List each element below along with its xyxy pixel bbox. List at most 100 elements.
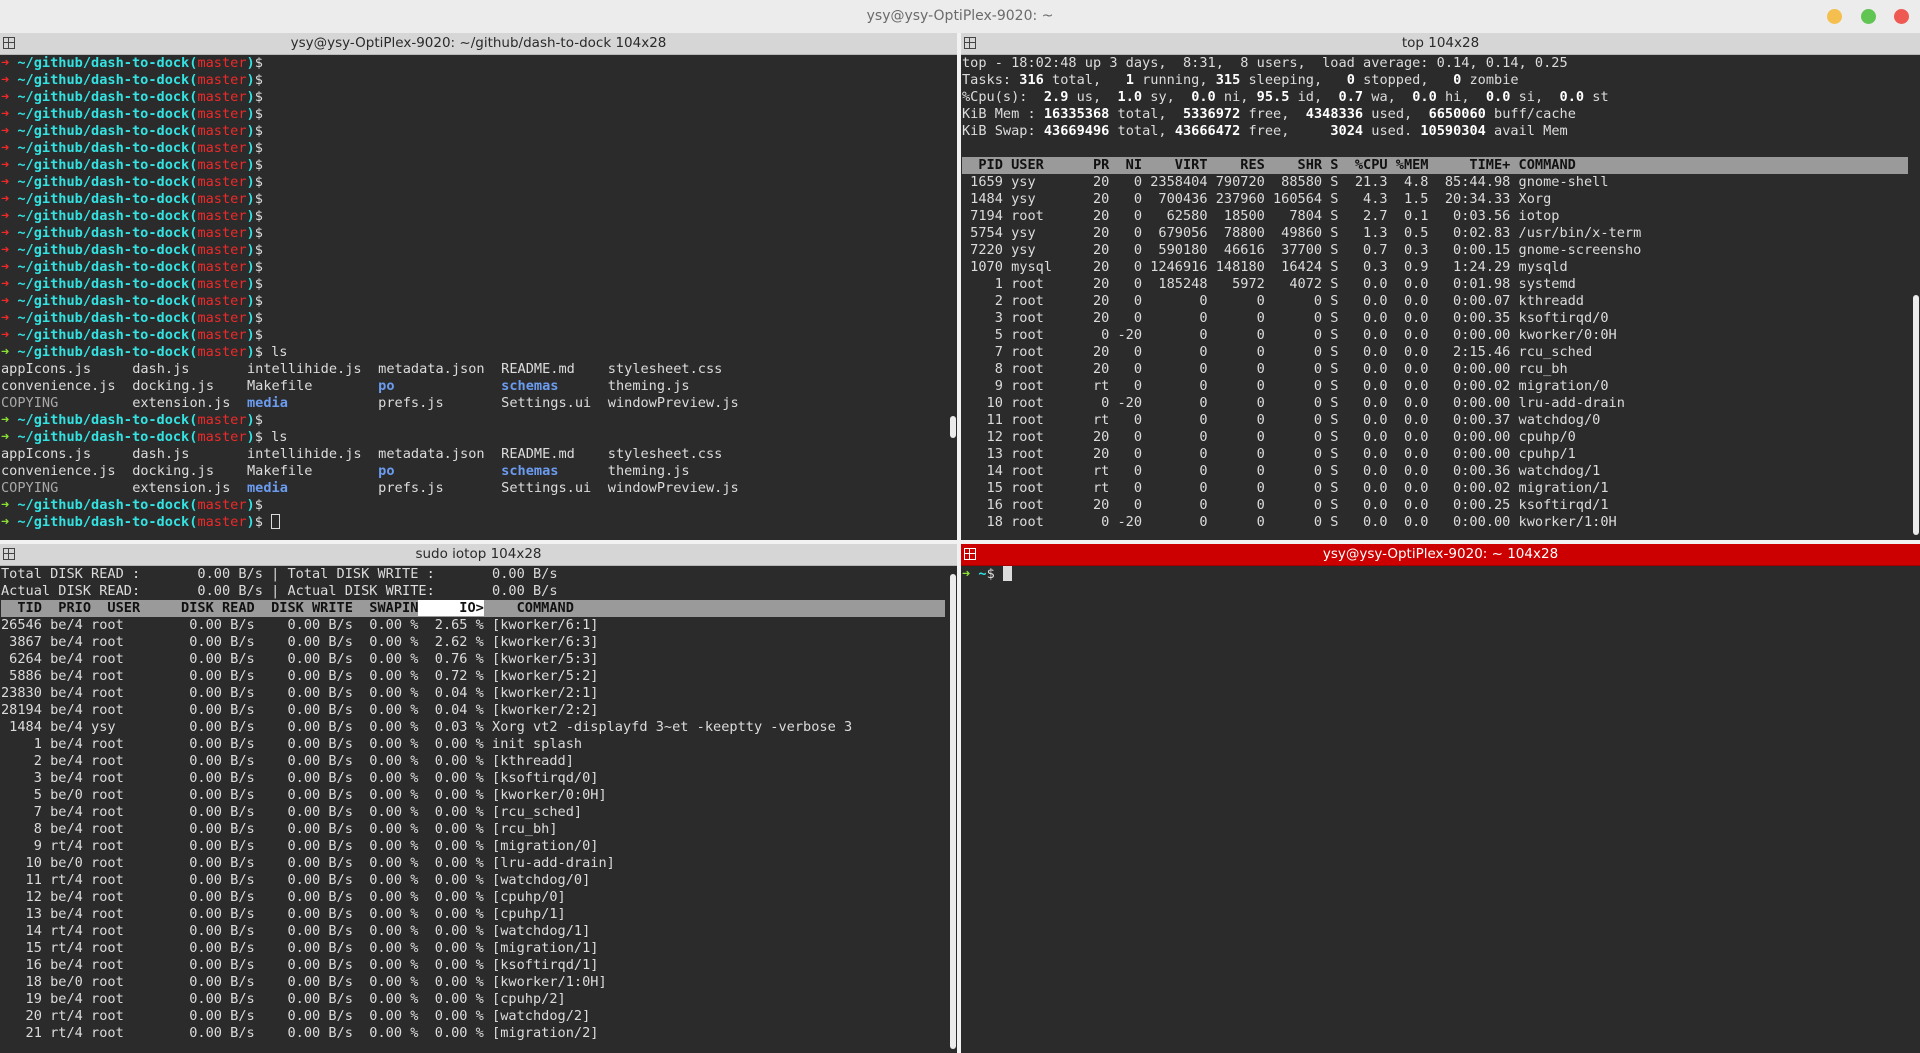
table-row[interactable]: 7220 ysy 20 0 590180 46616 37700 S 0.7 0… (962, 242, 1908, 259)
table-row[interactable]: 23830 be/4 root 0.00 B/s 0.00 B/s 0.00 %… (1, 685, 945, 702)
prompt-paren: ) (246, 259, 255, 275)
table-row[interactable]: 14 rt/4 root 0.00 B/s 0.00 B/s 0.00 % 0.… (1, 923, 945, 940)
ls-entry: windowPreview.js (607, 480, 739, 496)
table-row[interactable]: 13 root 20 0 0 0 0 S 0.0 0.0 0:00.00 cpu… (962, 446, 1908, 463)
table-row[interactable]: 3 be/4 root 0.00 B/s 0.00 B/s 0.00 % 0.0… (1, 770, 945, 787)
table-row[interactable]: 15 rt/4 root 0.00 B/s 0.00 B/s 0.00 % 0.… (1, 940, 945, 957)
table-row[interactable]: 19 be/4 root 0.00 B/s 0.00 B/s 0.00 % 0.… (1, 991, 945, 1008)
table-row[interactable]: 1484 be/4 ysy 0.00 B/s 0.00 B/s 0.00 % 0… (1, 719, 945, 736)
maximize-button[interactable] (1861, 9, 1876, 24)
terminal-cursor (271, 514, 281, 529)
table-row[interactable]: 6264 be/4 root 0.00 B/s 0.00 B/s 0.00 % … (1, 651, 945, 668)
top-label: stopped, (1354, 72, 1454, 88)
table-row[interactable]: 8 be/4 root 0.00 B/s 0.00 B/s 0.00 % 0.0… (1, 821, 945, 838)
table-row[interactable]: 11 root rt 0 0 0 0 S 0.0 0.0 0:00.37 wat… (962, 412, 1908, 429)
io-row-text: 6264 be/4 root 0.00 B/s 0.00 B/s 0.00 % … (1, 651, 599, 667)
pane-divider-horizontal[interactable] (0, 540, 1920, 544)
ls-entry: dash.js (132, 446, 190, 462)
table-row[interactable]: 5886 be/4 root 0.00 B/s 0.00 B/s 0.00 % … (1, 668, 945, 685)
table-row[interactable]: 18 be/0 root 0.00 B/s 0.00 B/s 0.00 % 0.… (1, 974, 945, 991)
table-row[interactable]: 1484 ysy 20 0 700436 237960 160564 S 4.3… (962, 191, 1908, 208)
table-row[interactable]: 1659 ysy 20 0 2358404 790720 88580 S 21.… (962, 174, 1908, 191)
ls-entry: po (378, 378, 395, 394)
prompt-path: ~/github/dash-to-dock (17, 123, 190, 139)
table-row[interactable]: 5 root 0 -20 0 0 0 S 0.0 0.0 0:00.00 kwo… (962, 327, 1908, 344)
sorted-column-io[interactable]: IO> (418, 600, 484, 616)
table-row[interactable]: 5 be/0 root 0.00 B/s 0.00 B/s 0.00 % 0.0… (1, 787, 945, 804)
top-value: 0.0 (1485, 89, 1511, 105)
io-row-text: 1 be/4 root 0.00 B/s 0.00 B/s 0.00 % 0.0… (1, 736, 583, 752)
table-row[interactable]: 1 be/4 root 0.00 B/s 0.00 B/s 0.00 % 0.0… (1, 736, 945, 753)
table-row[interactable]: 16 be/4 root 0.00 B/s 0.00 B/s 0.00 % 0.… (1, 957, 945, 974)
prompt-arrow-icon: ➜ (1, 276, 18, 292)
close-button[interactable] (1894, 9, 1909, 24)
table-row[interactable]: 16 root 20 0 0 0 0 S 0.0 0.0 0:00.25 kso… (962, 497, 1908, 514)
terminal-pane-shell[interactable]: ysy@ysy-OptiPlex-9020: ~/github/dash-to-… (0, 33, 957, 540)
ls-entry: README.md (501, 361, 575, 377)
table-row[interactable]: 7 be/4 root 0.00 B/s 0.00 B/s 0.00 % 0.0… (1, 804, 945, 821)
pane-header-active[interactable]: ysy@ysy-OptiPlex-9020: ~ 104x28 (961, 544, 1920, 566)
terminal-output[interactable]: ➜ ~$ (962, 566, 1908, 1053)
terminal-output[interactable]: ➜ ~/github/dash-to-dock(master)$ ➜ ~/gith… (1, 55, 945, 540)
scrollbar-thumb[interactable] (950, 574, 956, 1049)
terminal-output[interactable]: Total DISK READ : 0.00 B/s | Total DISK … (1, 566, 945, 1053)
terminal-pane-iotop[interactable]: sudo iotop 104x28 Total DISK READ : 0.00… (0, 544, 957, 1053)
prompt-symbol: $ (254, 497, 263, 513)
prompt-arrow-icon: ➜ (1, 123, 18, 139)
pane-header[interactable]: ysy@ysy-OptiPlex-9020: ~/github/dash-to-… (0, 33, 957, 55)
top-value: 1 (1125, 72, 1134, 88)
table-row[interactable]: 3867 be/4 root 0.00 B/s 0.00 B/s 0.00 % … (1, 634, 945, 651)
terminal-line: ➜ ~/github/dash-to-dock(master)$ (1, 208, 945, 225)
prompt-branch: master (197, 106, 247, 122)
disk-totals: Total DISK READ : 0.00 B/s | Total DISK … (1, 566, 558, 582)
pane-header[interactable]: sudo iotop 104x28 (0, 544, 957, 566)
table-row[interactable]: 15 root rt 0 0 0 0 S 0.0 0.0 0:00.02 mig… (962, 480, 1908, 497)
table-row[interactable]: 13 be/4 root 0.00 B/s 0.00 B/s 0.00 % 0.… (1, 906, 945, 923)
prompt-branch: master (197, 259, 247, 275)
table-row[interactable]: 10 root 0 -20 0 0 0 S 0.0 0.0 0:00.00 lr… (962, 395, 1908, 412)
prompt-arrow-icon: ➜ (1, 174, 18, 190)
table-row[interactable]: 14 root rt 0 0 0 0 S 0.0 0.0 0:00.36 wat… (962, 463, 1908, 480)
table-row[interactable]: 3 root 20 0 0 0 0 S 0.0 0.0 0:00.35 ksof… (962, 310, 1908, 327)
ls-entry: docking.js (132, 463, 215, 479)
table-row[interactable]: 10 be/0 root 0.00 B/s 0.00 B/s 0.00 % 0.… (1, 855, 945, 872)
table-row[interactable]: 26546 be/4 root 0.00 B/s 0.00 B/s 0.00 %… (1, 617, 945, 634)
prompt-branch: master (197, 412, 247, 428)
table-row[interactable]: 9 rt/4 root 0.00 B/s 0.00 B/s 0.00 % 0.0… (1, 838, 945, 855)
ls-entry: stylesheet.css (607, 361, 723, 377)
terminal-output[interactable]: top - 18:02:48 up 3 days, 8:31, 8 users,… (962, 55, 1908, 540)
terminal-pane-top[interactable]: top 104x28 top - 18:02:48 up 3 days, 8:3… (961, 33, 1920, 540)
prompt-symbol: $ (254, 72, 263, 88)
io-row-text: 8 be/4 root 0.00 B/s 0.00 B/s 0.00 % 0.0… (1, 821, 558, 837)
table-row[interactable]: 12 be/4 root 0.00 B/s 0.00 B/s 0.00 % 0.… (1, 889, 945, 906)
table-row[interactable]: 18 root 0 -20 0 0 0 S 0.0 0.0 0:00.00 kw… (962, 514, 1908, 531)
scrollbar-thumb[interactable] (950, 416, 956, 438)
table-row[interactable]: 28194 be/4 root 0.00 B/s 0.00 B/s 0.00 %… (1, 702, 945, 719)
table-row[interactable]: 7 root 20 0 0 0 0 S 0.0 0.0 2:15.46 rcu_… (962, 344, 1908, 361)
ls-entry: docking.js (132, 378, 215, 394)
io-row-text: 5886 be/4 root 0.00 B/s 0.00 B/s 0.00 % … (1, 668, 599, 684)
scrollbar-thumb[interactable] (1913, 295, 1919, 535)
table-row[interactable]: 21 rt/4 root 0.00 B/s 0.00 B/s 0.00 % 0.… (1, 1025, 945, 1042)
pane-header[interactable]: top 104x28 (961, 33, 1920, 55)
table-row[interactable]: 11 rt/4 root 0.00 B/s 0.00 B/s 0.00 % 0.… (1, 872, 945, 889)
table-row[interactable]: 12 root 20 0 0 0 0 S 0.0 0.0 0:00.00 cpu… (962, 429, 1908, 446)
table-row[interactable]: 5754 ysy 20 0 679056 78800 49860 S 1.3 0… (962, 225, 1908, 242)
ls-entry: schemas (501, 378, 559, 394)
table-row[interactable]: 1070 mysql 20 0 1246916 148180 16424 S 0… (962, 259, 1908, 276)
prompt-arrow-icon: ➜ (1, 293, 18, 309)
terminal-line: Actual DISK READ: 0.00 B/s | Actual DISK… (1, 583, 945, 600)
minimize-button[interactable] (1827, 9, 1842, 24)
table-row[interactable]: 1 root 20 0 185248 5972 4072 S 0.0 0.0 0… (962, 276, 1908, 293)
top-value: 0.0 (1191, 89, 1216, 105)
table-row[interactable]: 7194 root 20 0 62580 18500 7804 S 2.7 0.… (962, 208, 1908, 225)
table-row[interactable]: 9 root rt 0 0 0 0 S 0.0 0.0 0:00.02 migr… (962, 378, 1908, 395)
prompt-path: ~/github/dash-to-dock (17, 429, 190, 445)
table-row[interactable]: 20 rt/4 root 0.00 B/s 0.00 B/s 0.00 % 0.… (1, 1008, 945, 1025)
terminal-line: top - 18:02:48 up 3 days, 8:31, 8 users,… (962, 55, 1908, 72)
table-row[interactable]: 2 be/4 root 0.00 B/s 0.00 B/s 0.00 % 0.0… (1, 753, 945, 770)
table-row[interactable]: 2 root 20 0 0 0 0 S 0.0 0.0 0:00.07 kthr… (962, 293, 1908, 310)
top-label: wa, (1363, 89, 1413, 105)
terminal-pane-home[interactable]: ysy@ysy-OptiPlex-9020: ~ 104x28 ➜ ~$ (961, 544, 1920, 1053)
table-row[interactable]: 8 root 20 0 0 0 0 S 0.0 0.0 0:00.00 rcu_… (962, 361, 1908, 378)
